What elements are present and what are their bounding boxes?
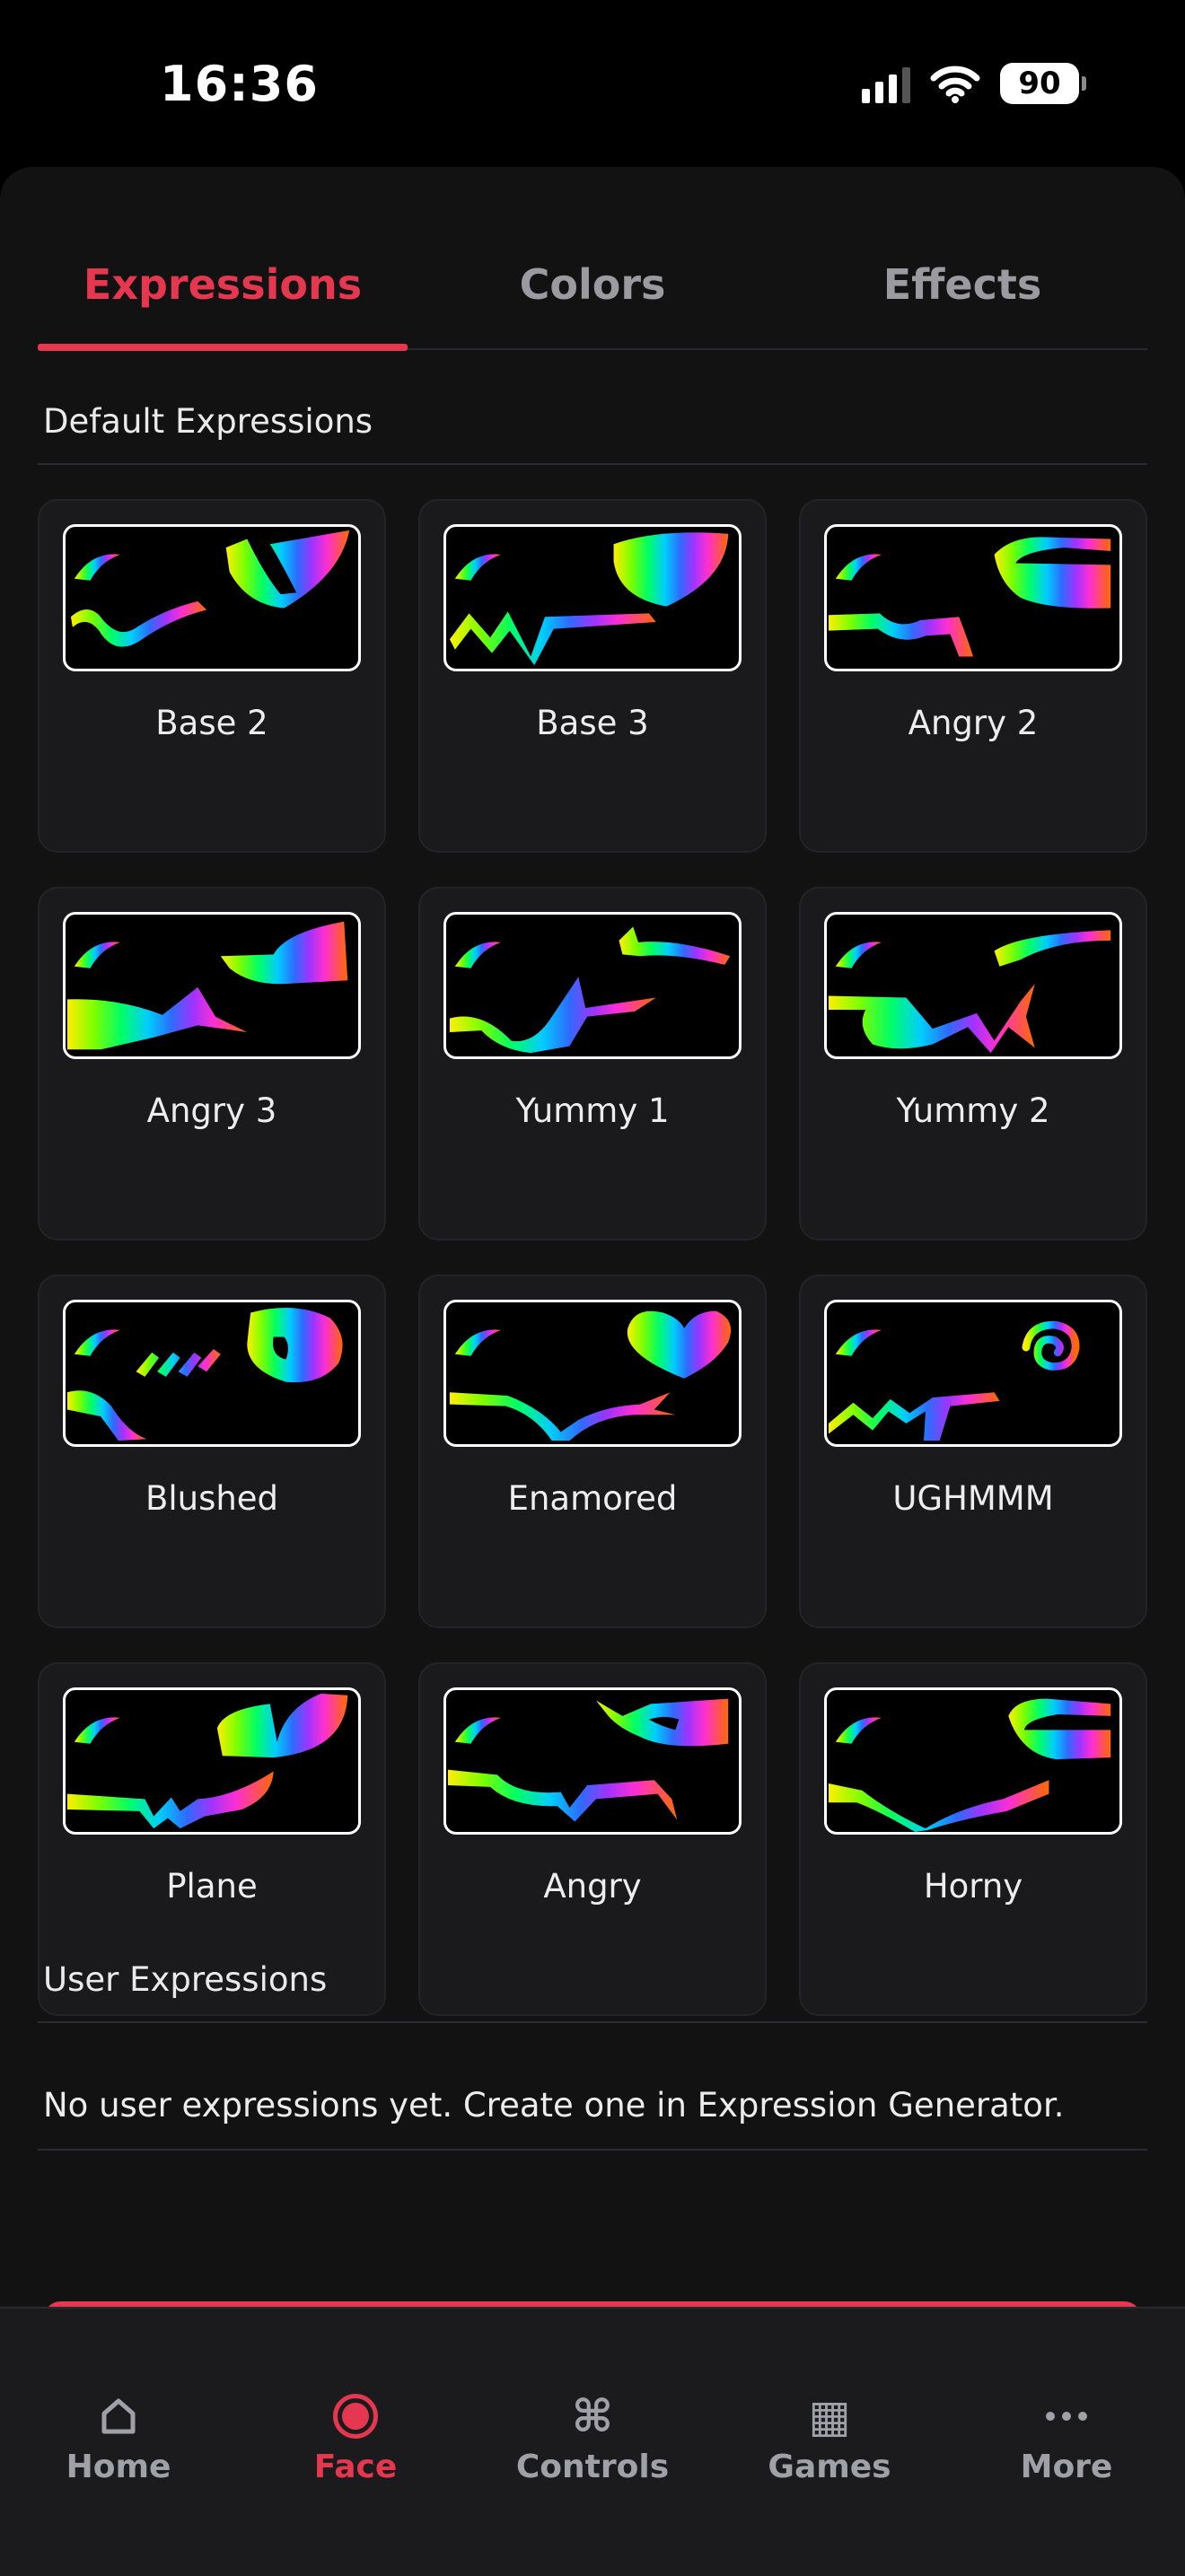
battery-percent: 90: [1018, 66, 1061, 101]
expression-name: Angry 3: [146, 1091, 277, 1130]
expression-name: Enamored: [507, 1479, 678, 1518]
expression-preview: [443, 524, 742, 671]
tab-colors[interactable]: Colors: [408, 250, 777, 348]
expression-card[interactable]: UGHMMM: [799, 1275, 1147, 1628]
expression-name: Horny: [923, 1867, 1023, 1906]
nav-label: Face: [313, 2449, 398, 2485]
status-bar: 16:36 90: [0, 0, 1185, 171]
face-sheet: Expressions Colors Effects Default Expre…: [0, 167, 1185, 2309]
expression-preview: [824, 1300, 1122, 1447]
expression-name: Yummy 1: [515, 1091, 670, 1130]
expression-card[interactable]: Base 2: [38, 499, 386, 853]
expression-preview: [824, 524, 1122, 671]
command-icon: ⌘: [571, 2390, 614, 2442]
cellular-signal-icon: [862, 64, 910, 103]
expression-name: Blushed: [145, 1479, 279, 1518]
expression-preview: [63, 524, 361, 671]
nav-games[interactable]: ▦ Games: [711, 2309, 948, 2576]
expression-preview: [63, 912, 361, 1059]
empty-user-expressions: No user expressions yet. Create one in E…: [43, 2086, 1065, 2125]
expression-card[interactable]: Yummy 2: [799, 887, 1147, 1240]
expression-card[interactable]: Angry: [418, 1662, 767, 2016]
divider: [38, 463, 1147, 465]
expression-grid: Base 2 Base 3 Angry 2 Angry 3 Yummy 1 Yu…: [38, 499, 1147, 2016]
divider: [38, 2149, 1147, 2151]
bottom-nav: Home Face ⌘ Controls ▦ Games More: [0, 2307, 1185, 2576]
nav-home[interactable]: Home: [0, 2309, 237, 2576]
nav-controls[interactable]: ⌘ Controls: [474, 2309, 711, 2576]
nav-label: Games: [768, 2449, 891, 2485]
expression-preview: [824, 1687, 1122, 1835]
expression-name: UGHMMM: [892, 1479, 1054, 1518]
status-time: 16:36: [160, 56, 319, 112]
expression-name: Base 3: [536, 704, 649, 742]
tab-expressions[interactable]: Expressions: [38, 250, 408, 351]
expression-card[interactable]: Yummy 1: [418, 887, 767, 1240]
expression-name: Angry 2: [908, 704, 1039, 742]
home-icon: [0, 2389, 237, 2443]
expression-card[interactable]: Angry 3: [38, 887, 386, 1240]
expression-name: Angry: [543, 1867, 642, 1906]
expression-card[interactable]: Blushed: [38, 1275, 386, 1628]
expression-card[interactable]: Base 3: [418, 499, 767, 853]
more-icon: [948, 2389, 1185, 2443]
expression-name: Base 2: [155, 704, 268, 742]
expression-preview: [443, 1300, 742, 1447]
expression-preview: [63, 1300, 361, 1447]
expression-preview: [824, 912, 1122, 1059]
nav-face[interactable]: Face: [237, 2309, 474, 2576]
nav-label: More: [1020, 2449, 1113, 2485]
tab-bar: Expressions Colors Effects: [38, 250, 1147, 351]
wifi-icon: [930, 64, 980, 103]
expression-card[interactable]: Horny: [799, 1662, 1147, 2016]
nav-more[interactable]: More: [948, 2309, 1185, 2576]
expression-preview: [443, 912, 742, 1059]
nav-label: Controls: [515, 2449, 670, 2485]
expression-preview: [443, 1687, 742, 1835]
user-expressions-title: User Expressions: [43, 1960, 328, 1999]
divider: [38, 2021, 1147, 2023]
expression-name: Yummy 2: [896, 1091, 1050, 1130]
nav-label: Home: [66, 2449, 171, 2485]
default-expressions-title: Default Expressions: [43, 402, 373, 441]
grid-icon: ▦: [808, 2390, 851, 2442]
battery-icon: 90: [1000, 63, 1086, 104]
expression-card[interactable]: Enamored: [418, 1275, 767, 1628]
expression-preview: [63, 1687, 361, 1835]
expression-name: Plane: [166, 1867, 258, 1906]
tab-effects[interactable]: Effects: [777, 250, 1147, 348]
expression-card[interactable]: Angry 2: [799, 499, 1147, 853]
record-icon: [237, 2389, 474, 2443]
